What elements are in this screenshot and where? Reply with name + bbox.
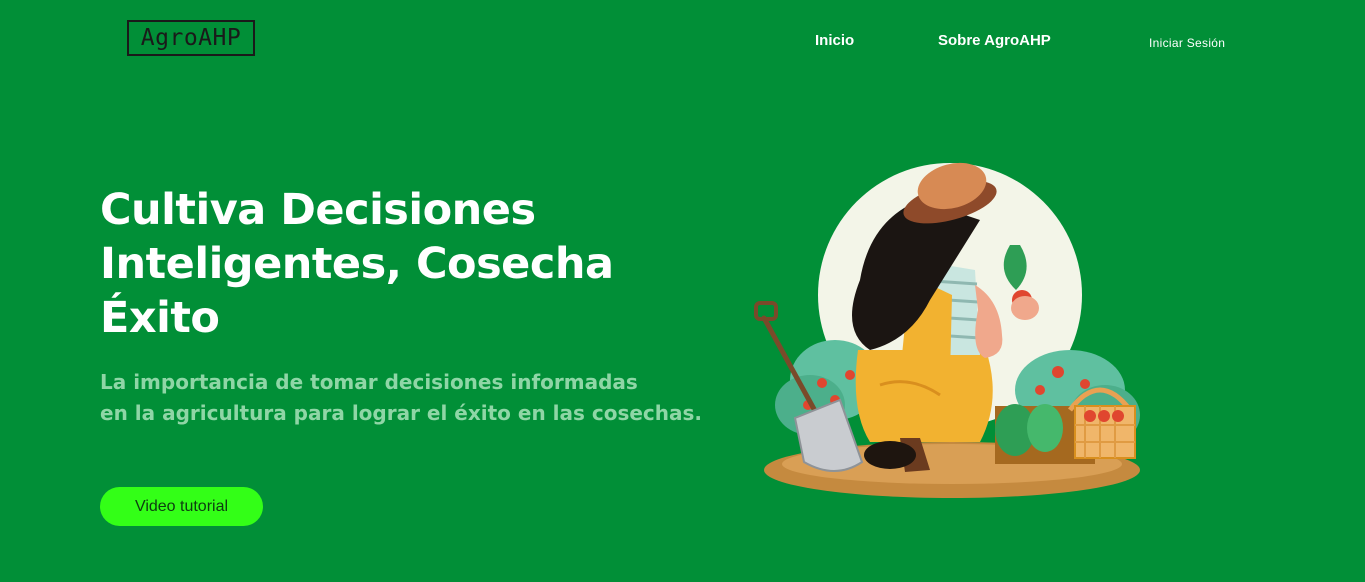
- hero-title-line: Cultiva Decisiones: [100, 185, 536, 235]
- hero-title-line: Éxito: [100, 293, 220, 343]
- video-tutorial-button[interactable]: Video tutorial: [100, 487, 263, 526]
- nav-link-sobre-agroahp[interactable]: Sobre AgroAHP: [938, 32, 1051, 49]
- hero-title: Cultiva Decisiones Inteligentes, Cosecha…: [100, 183, 660, 345]
- nav-link-inicio[interactable]: Inicio: [815, 32, 854, 49]
- hero-subtitle-line: en la agricultura para lograr el éxito e…: [100, 401, 703, 425]
- nav-link-iniciar-sesion[interactable]: Iniciar Sesión: [1149, 36, 1225, 50]
- hero-subtitle-line: La importancia de tomar decisiones infor…: [100, 370, 638, 394]
- hero-title-line: Inteligentes, Cosecha: [100, 239, 614, 289]
- hero-subtitle: La importancia de tomar decisiones infor…: [100, 367, 720, 429]
- farmer-illustration: [754, 162, 1140, 498]
- logo[interactable]: AgroAHP: [127, 20, 255, 56]
